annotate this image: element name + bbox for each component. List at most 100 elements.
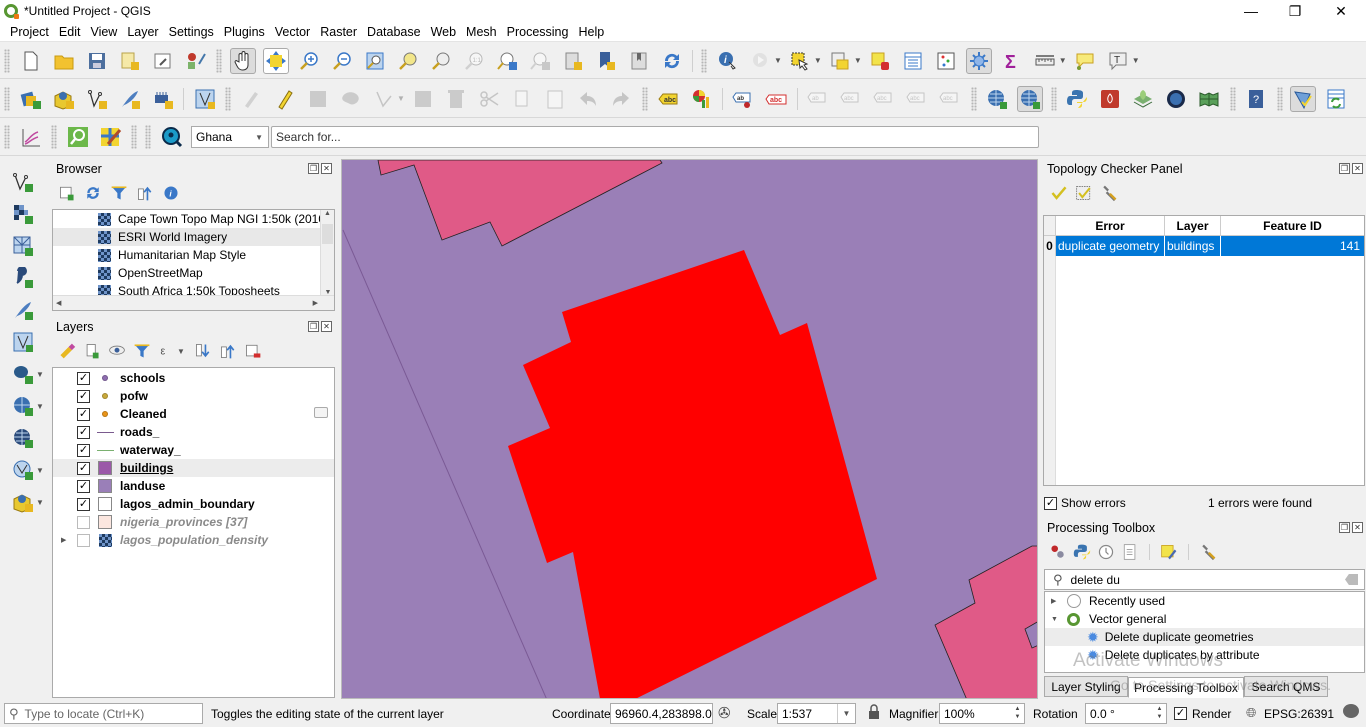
browser-item[interactable]: ESRI World Imagery (53, 228, 334, 246)
cell-feature-id[interactable]: 141 (1221, 236, 1364, 256)
menu-processing[interactable]: Processing (502, 25, 574, 39)
rotation-spinbox[interactable]: 0.0 ° ▲ ▼ (1085, 703, 1167, 724)
menu-database[interactable]: Database (362, 25, 426, 39)
dropdown-arrow-icon[interactable]: ▼ (1132, 56, 1140, 65)
layer-visibility-checkbox[interactable]: ✓ (77, 371, 90, 385)
map-canvas[interactable] (341, 159, 1038, 699)
new-print-layout-icon[interactable] (117, 48, 143, 74)
menu-mesh[interactable]: Mesh (461, 25, 502, 39)
layer-item[interactable]: ✓ landuse (53, 477, 334, 495)
layer-item[interactable]: nigeria_provinces [37] (53, 513, 334, 531)
models-icon[interactable] (1049, 543, 1067, 561)
layer-visibility-checkbox[interactable]: ✓ (77, 497, 90, 511)
show-hide-labels-icon[interactable]: ab (805, 86, 831, 112)
results-viewer-icon[interactable] (1121, 543, 1139, 561)
modify-attributes-icon[interactable] (410, 86, 436, 112)
add-virtual-layer-icon[interactable] (10, 329, 36, 355)
refresh-browser-icon[interactable] (84, 184, 102, 202)
add-wcs-layer-icon[interactable] (10, 457, 36, 483)
map-svg[interactable] (342, 160, 1038, 699)
spin-arrows-icon[interactable]: ▲ ▼ (1154, 705, 1165, 722)
redo-icon[interactable] (608, 86, 634, 112)
toolbox-icon[interactable] (966, 47, 993, 74)
processing-group[interactable]: ▶ Recently used (1045, 592, 1364, 610)
dropdown-arrow-icon[interactable]: ▼ (774, 56, 782, 65)
new-spatialite-layer-icon[interactable] (117, 86, 143, 112)
layer-item[interactable]: ✓ Cleaned (53, 405, 334, 423)
float-panel-icon[interactable]: ❐ (308, 321, 319, 332)
add-postgis-layer-icon[interactable] (10, 361, 36, 387)
filter-by-expression-icon[interactable]: ε (158, 342, 176, 360)
python-scripts-icon[interactable] (1073, 543, 1091, 561)
layer-item[interactable]: ✓ buildings (53, 459, 334, 477)
field-calculator-icon[interactable]: Σ (999, 48, 1025, 74)
browser-vertical-scrollbar[interactable]: ▲ ▼ (320, 210, 334, 296)
processing-algorithm[interactable]: ✹ Delete duplicates by attribute (1045, 646, 1364, 664)
copy-features-icon[interactable] (509, 86, 535, 112)
add-raster-layer-icon[interactable] (10, 201, 36, 227)
tab-processing-toolbox[interactable]: Processing Toolbox (1128, 677, 1244, 698)
new-project-icon[interactable] (18, 48, 44, 74)
remove-layer-icon[interactable] (244, 342, 262, 360)
collapse-all-icon[interactable] (136, 184, 154, 202)
browser-horizontal-scrollbar[interactable]: ◀ ▶ (53, 295, 334, 310)
refresh-icon[interactable] (659, 48, 685, 74)
select-features-icon[interactable] (787, 48, 813, 74)
menu-project[interactable]: Project (0, 25, 54, 39)
add-wms-layer-icon[interactable] (984, 86, 1010, 112)
new-shapefile-layer-icon[interactable] (84, 86, 110, 112)
layer-item[interactable]: ✓ pofw (53, 387, 334, 405)
float-panel-icon[interactable]: ❐ (308, 163, 319, 174)
deselect-all-icon[interactable] (867, 48, 893, 74)
locator-search-input[interactable]: ⚲ Type to locate (Ctrl+K) (4, 703, 203, 724)
table-refresh-icon[interactable] (1323, 86, 1349, 112)
search-wms-icon[interactable] (1017, 85, 1044, 112)
magnifier-spinbox[interactable]: 100% ▲ ▼ (939, 703, 1025, 724)
python-console-icon[interactable] (1064, 86, 1090, 112)
scale-combo[interactable]: 1:537 ▼ (777, 703, 856, 724)
coordinate-field[interactable]: 96960.4,283898.0 (610, 703, 713, 724)
paste-features-icon[interactable] (542, 86, 568, 112)
new-geopackage-layer-icon[interactable] (51, 86, 77, 112)
processing-options-icon[interactable] (1199, 543, 1217, 561)
add-mesh-layer-icon[interactable] (10, 233, 36, 259)
layer-visibility-checkbox[interactable]: ✓ (77, 407, 90, 421)
toggle-editing-icon[interactable] (272, 86, 298, 112)
map-tips-icon[interactable] (1072, 48, 1098, 74)
zoom-to-selection-icon[interactable] (395, 48, 421, 74)
pan-to-selection-icon[interactable] (262, 47, 289, 74)
close-button[interactable]: ✕ (1318, 0, 1364, 22)
column-header-layer[interactable]: Layer (1165, 216, 1221, 235)
menu-layer[interactable]: Layer (122, 25, 163, 39)
dropdown-arrow-icon[interactable]: ▼ (177, 347, 185, 356)
open-project-icon[interactable] (51, 48, 77, 74)
browser-item[interactable]: Cape Town Topo Map NGI 1:50k (2010 (53, 210, 334, 228)
manage-map-themes-icon[interactable] (108, 342, 126, 360)
menu-view[interactable]: View (85, 25, 122, 39)
dropdown-arrow-icon[interactable]: ▼ (36, 466, 44, 475)
menu-web[interactable]: Web (426, 25, 461, 39)
measure-line-icon[interactable] (1032, 48, 1058, 74)
processing-search-input[interactable]: ⚲ delete du (1044, 569, 1365, 590)
editing-indicator-icon[interactable] (314, 407, 328, 418)
edit-features-in-place-icon[interactable] (1160, 543, 1178, 561)
current-edits-icon[interactable] (239, 86, 265, 112)
help-icon[interactable]: ? (1243, 86, 1269, 112)
layer-visibility-checkbox[interactable]: ✓ (77, 461, 90, 475)
history-icon[interactable] (1097, 543, 1115, 561)
pin-labels-icon[interactable]: ab (730, 86, 756, 112)
layer-plugin-icon[interactable] (1130, 86, 1156, 112)
new-temporary-layer-icon[interactable] (150, 86, 176, 112)
qms-search-icon[interactable] (65, 124, 91, 150)
tab-layer-styling[interactable]: Layer Styling (1044, 676, 1128, 697)
minimize-button[interactable]: — (1228, 0, 1274, 22)
profile-tool-icon[interactable] (18, 124, 44, 150)
zoom-out-icon[interactable] (329, 48, 355, 74)
layout-manager-icon[interactable] (150, 48, 176, 74)
cut-features-icon[interactable] (476, 86, 502, 112)
add-feature-icon[interactable] (338, 86, 364, 112)
menu-settings[interactable]: Settings (164, 25, 219, 39)
statistical-summary-icon[interactable] (933, 48, 959, 74)
menu-edit[interactable]: Edit (54, 25, 86, 39)
browser-item[interactable]: OpenStreetMap (53, 264, 334, 282)
